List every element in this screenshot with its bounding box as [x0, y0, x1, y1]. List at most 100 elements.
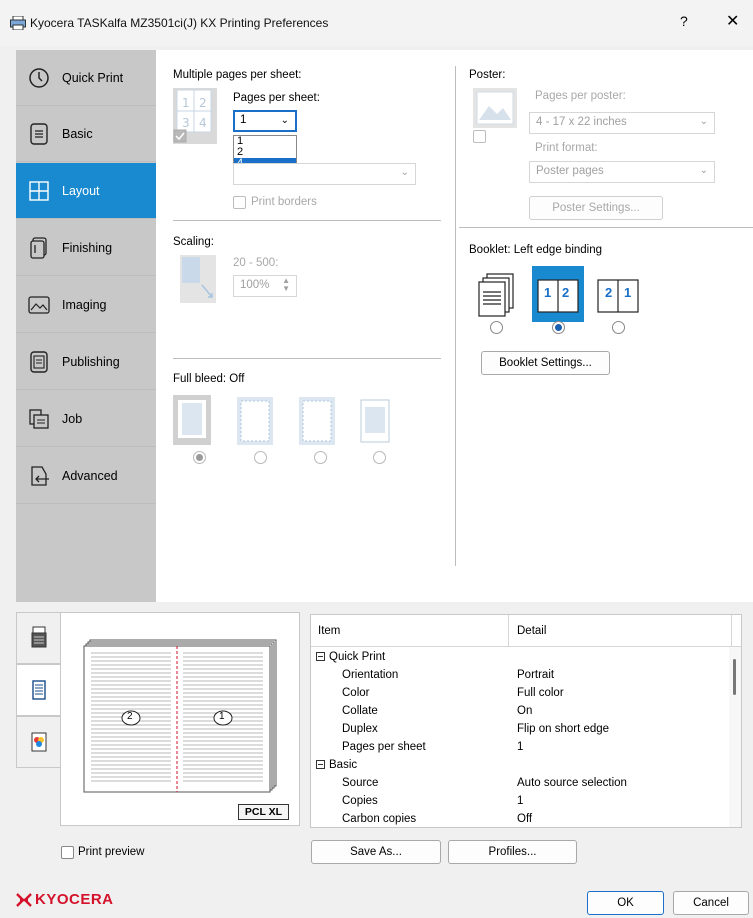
tab-printer-preview[interactable] — [16, 612, 62, 664]
settings-summary-table: Item Detail Quick Print Orientation Portra… — [310, 614, 742, 828]
chevron-down-icon: ⌄ — [699, 165, 708, 176]
print-preview-checkbox[interactable] — [61, 846, 74, 859]
table-cell-item: Source — [342, 777, 379, 789]
booklet-radio-left-edge[interactable] — [552, 321, 565, 334]
scrollbar-thumb[interactable] — [733, 659, 736, 695]
table-cell-item: Copies — [342, 795, 378, 807]
booklet-radio-off[interactable] — [490, 321, 503, 334]
advanced-arrow-icon — [26, 463, 52, 489]
chevron-down-icon: ⌄ — [280, 115, 289, 126]
tab-label: Quick Print — [62, 70, 124, 85]
window-title: Kyocera TASKalfa MZ3501ci(J) KX Printing… — [30, 16, 329, 30]
poster-settings-button[interactable]: Poster Settings... — [529, 196, 663, 220]
poster-title: Poster: — [469, 69, 506, 81]
full-bleed-radio-3[interactable] — [373, 451, 386, 464]
cancel-button[interactable]: Cancel — [673, 891, 749, 915]
table-cell-detail: 1 — [517, 741, 524, 753]
collapse-toggle-icon[interactable] — [316, 760, 325, 769]
tab-layout[interactable]: Layout — [16, 163, 156, 219]
close-button[interactable]: ✕ — [726, 11, 739, 31]
print-format-select[interactable]: Poster pages ⌄ — [529, 161, 715, 183]
full-bleed-title: Full bleed: Off — [173, 373, 244, 385]
column-header-detail: Detail — [517, 625, 547, 637]
tab-sidebar: Quick Print Basic Layout Finishing Imagi… — [16, 50, 156, 602]
scaling-spinner[interactable]: 100% ▲ ▼ — [233, 275, 297, 297]
page-preview-icon — [32, 680, 46, 700]
tab-advanced[interactable]: Advanced — [16, 448, 156, 504]
tab-finishing[interactable]: Finishing — [16, 220, 156, 276]
tab-label: Publishing — [62, 354, 120, 369]
tab-color-preview[interactable] — [16, 716, 62, 768]
table-scrollbar[interactable] — [729, 647, 741, 827]
table-cell-detail: Portrait — [517, 669, 555, 681]
table-cell-detail: Flip on short edge — [517, 723, 610, 735]
booklet-right-edge-icon — [597, 279, 639, 313]
table-group-row: Basic — [311, 757, 731, 774]
booklet-page-2: 2 — [562, 285, 570, 300]
print-borders-checkbox[interactable] — [233, 196, 246, 209]
full-bleed-label: Full bleed: — [173, 373, 227, 385]
layout-grid-icon — [26, 178, 52, 204]
table-cell-item: Orientation — [342, 669, 399, 681]
tab-label: Job — [62, 411, 83, 426]
tab-quick-print[interactable]: Quick Print — [16, 50, 156, 106]
dropdown-option[interactable]: 2 — [234, 147, 296, 158]
tab-page-preview[interactable] — [16, 664, 62, 716]
tab-imaging[interactable]: Imaging — [16, 277, 156, 333]
finishing-icon — [26, 235, 52, 261]
full-bleed-radio-1[interactable] — [254, 451, 267, 464]
kyocera-mark-icon — [16, 892, 32, 907]
dropdown-option[interactable]: 1 — [234, 136, 296, 147]
booklet-radio-right-edge[interactable] — [612, 321, 625, 334]
tab-basic[interactable]: Basic — [16, 106, 156, 162]
print-preview-label: Print preview — [78, 846, 145, 858]
table-cell-detail: Off — [517, 813, 533, 825]
pages-per-sheet-select[interactable]: 1 ⌄ — [233, 110, 297, 132]
table-cell-detail: Full color — [517, 687, 564, 699]
ok-button[interactable]: OK — [587, 891, 664, 915]
booklet-label: Booklet: — [469, 244, 511, 256]
divider — [173, 358, 441, 359]
chevron-down-icon: ⌄ — [699, 116, 708, 127]
table-row: Carbon copies Off — [311, 811, 731, 827]
color-preview-icon — [31, 732, 47, 752]
spinner-arrows-icon[interactable]: ▲ ▼ — [282, 277, 290, 293]
page-order-select[interactable]: ⌄ — [233, 163, 416, 185]
tab-label: Imaging — [62, 297, 107, 312]
pcl-xl-badge: PCL XL — [238, 804, 289, 820]
image-icon — [26, 292, 52, 318]
tab-job[interactable]: Job — [16, 391, 156, 447]
pages-per-poster-select[interactable]: 4 - 17 x 22 inches ⌄ — [529, 112, 715, 134]
booklet-page-1: 1 — [544, 285, 552, 300]
full-bleed-radio-off[interactable] — [193, 451, 206, 464]
svg-text:2: 2 — [199, 96, 207, 110]
kyocera-logo: KYOCERA — [16, 891, 114, 908]
column-header-item: Item — [318, 625, 341, 637]
preview-page-left-number: 2 — [127, 711, 133, 722]
booklet-left-edge-option[interactable] — [532, 266, 584, 322]
table-cell-item: Duplex — [342, 723, 378, 735]
booklet-left-edge-icon — [537, 279, 579, 313]
help-button[interactable]: ? — [680, 13, 688, 29]
tab-publishing[interactable]: Publishing — [16, 334, 156, 390]
divider — [459, 227, 753, 228]
profiles-button[interactable]: Profiles... — [448, 840, 577, 864]
printer-icon — [10, 16, 26, 30]
preview-tabs — [16, 612, 62, 772]
svg-text:4: 4 — [199, 116, 207, 130]
table-cell-detail: On — [517, 705, 533, 717]
clock-icon — [26, 65, 52, 91]
title-bar: Kyocera TASKalfa MZ3501ci(J) KX Printing… — [0, 0, 753, 46]
booklet-settings-button[interactable]: Booklet Settings... — [481, 351, 610, 375]
preview-page-right-number: 1 — [219, 711, 225, 722]
collapse-toggle-icon[interactable] — [316, 652, 325, 661]
booklet-right-page-1: 1 — [624, 285, 632, 300]
booklet-value: Left edge binding — [513, 244, 603, 256]
full-bleed-radio-2[interactable] — [314, 451, 327, 464]
booklet-right-page-2: 2 — [605, 285, 613, 300]
poster-checkbox[interactable] — [473, 130, 486, 143]
pages-per-sheet-preview-icon: 1 2 3 4 — [173, 88, 217, 144]
save-as-button[interactable]: Save As... — [311, 840, 441, 864]
scaling-range-label: 20 - 500: — [233, 257, 279, 269]
brand-name: KYOCERA — [35, 891, 114, 908]
